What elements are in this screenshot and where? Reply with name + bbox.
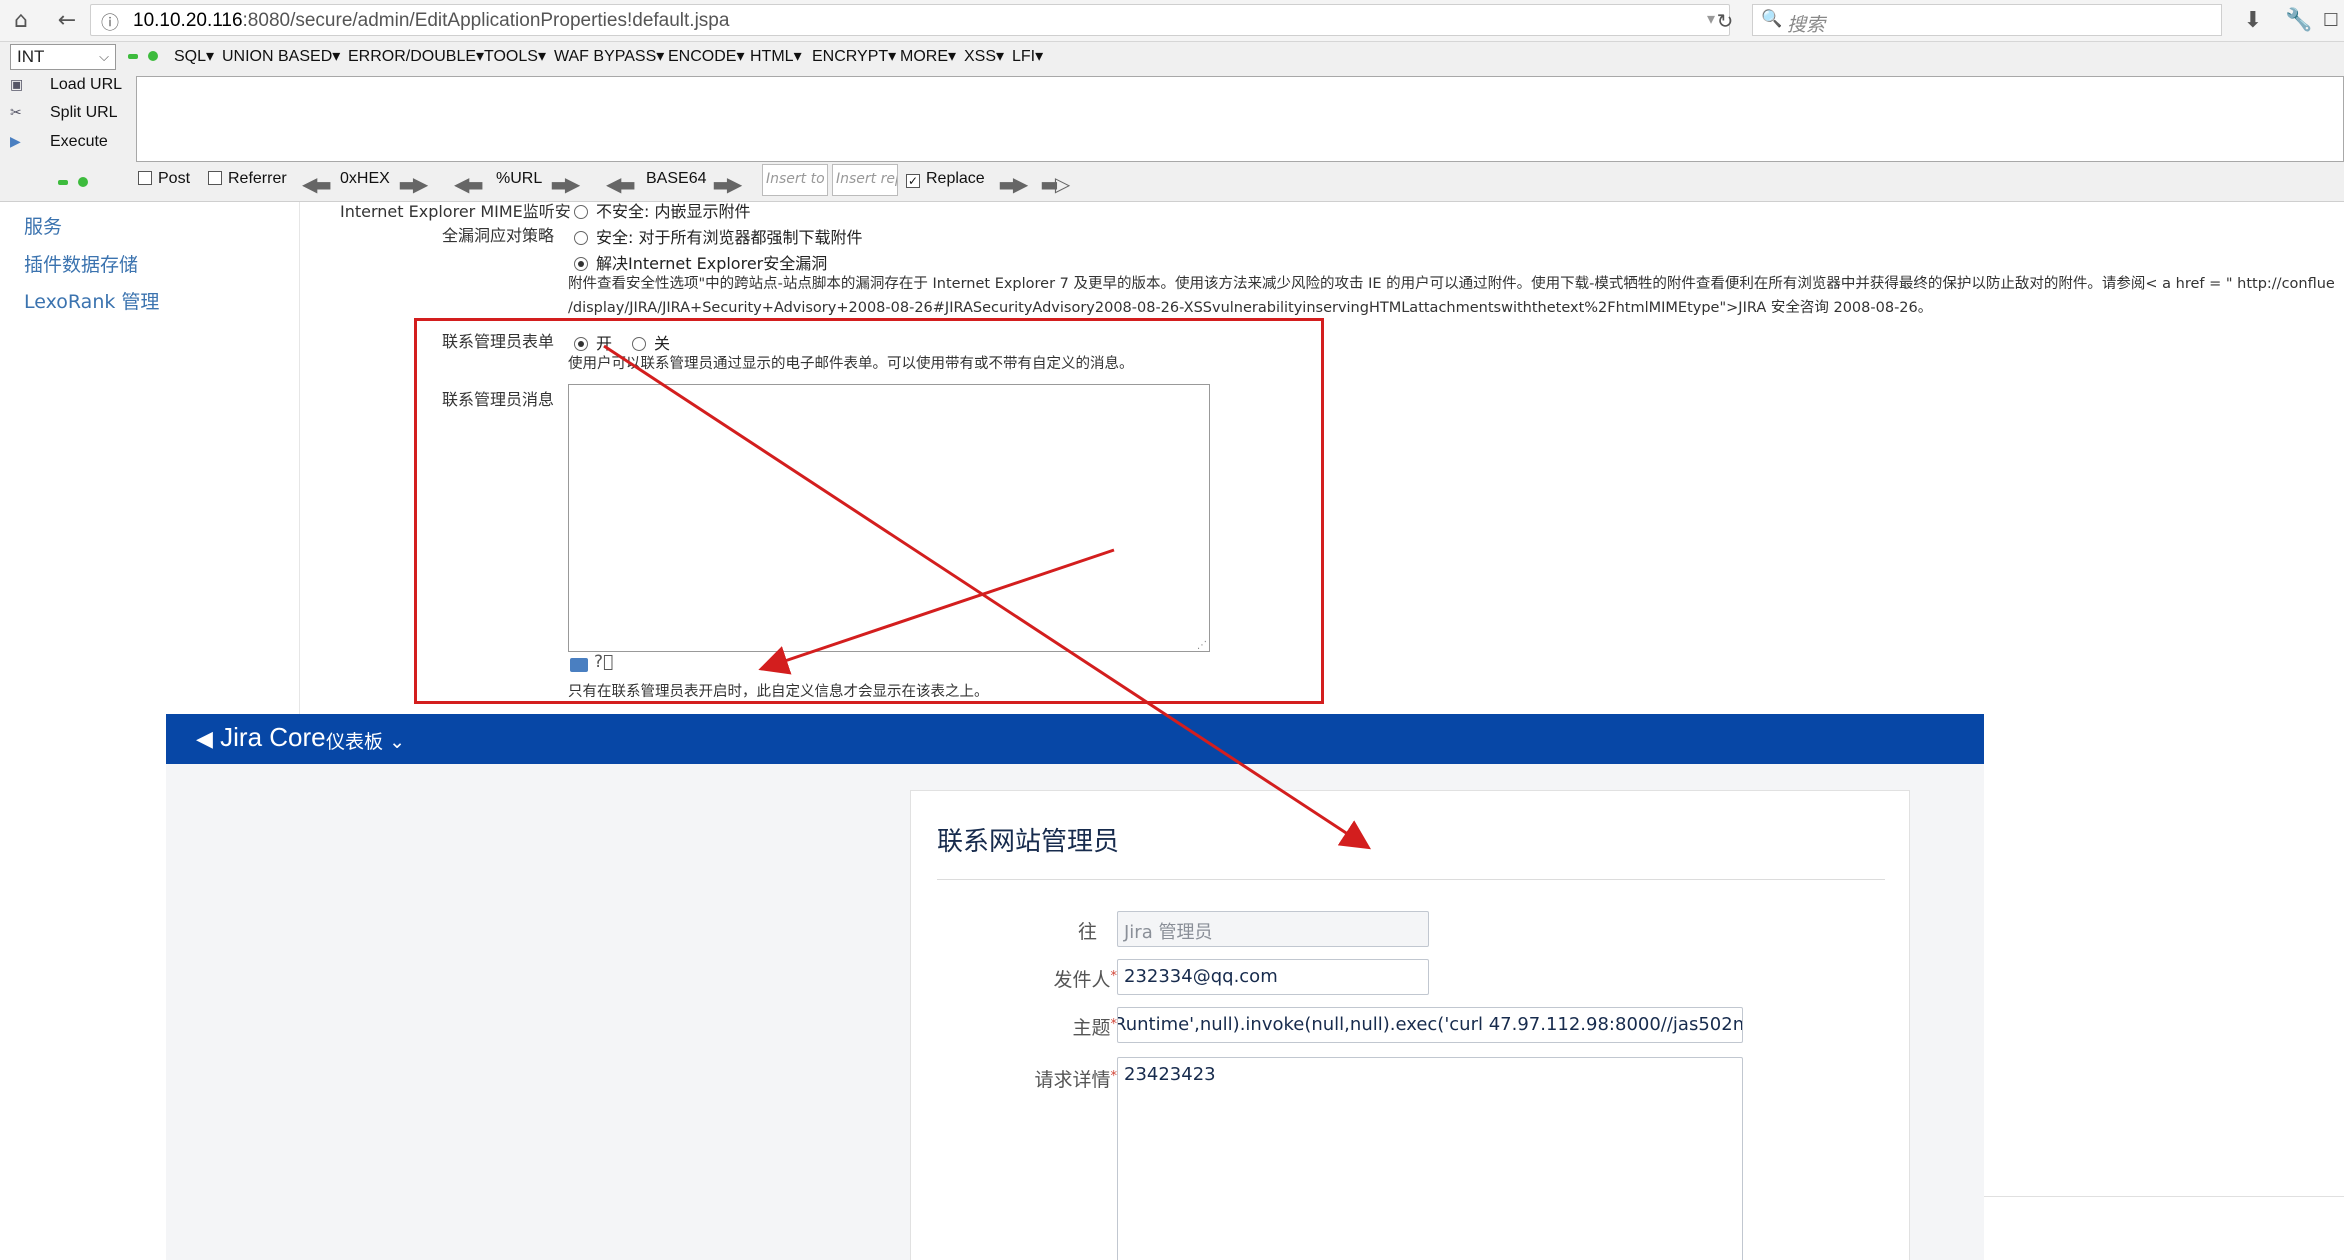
nav-link-plugin-storage[interactable]: 插件数据存储 <box>24 250 138 277</box>
url-encode-arrow-icon[interactable]: ▬▶ <box>550 172 580 196</box>
contact-admin-card: 联系网站管理员 往 Jira 管理员 发件人* 232334@qq.com 主题… <box>910 790 1910 1260</box>
hex-decode-arrow-icon[interactable]: ◀▬ <box>302 172 332 196</box>
chevron-down-icon: ⌄ <box>389 731 405 753</box>
menu-xss[interactable]: XSS▾ <box>964 46 1004 66</box>
search-placeholder: 搜索 <box>1787 14 1826 36</box>
referrer-checkbox[interactable]: Referrer <box>208 170 287 188</box>
status-dot-icon <box>148 51 158 61</box>
wrench-icon[interactable]: 🔧 <box>2284 6 2314 36</box>
jira-logo-icon: ◀ <box>196 726 213 751</box>
window-icon[interactable]: ☐ <box>2316 6 2344 36</box>
base64-encode-arrow-icon[interactable]: ▬▶ <box>712 172 742 196</box>
jira-logo[interactable]: ◀ Jira Core <box>196 722 326 753</box>
load-url-button[interactable]: ▣ Load URL <box>10 76 122 94</box>
menu-tools[interactable]: TOOLS▾ <box>484 46 546 66</box>
radio-mime-fix-ie[interactable]: 解决Internet Explorer安全漏洞 <box>574 250 827 274</box>
subject-label: 主题* <box>1072 1017 1117 1039</box>
mime-policy-label-line1: Internet Explorer MIME监听安 <box>340 202 571 221</box>
mime-description-line1: 附件查看安全性选项"中的跨站点-站点脚本的漏洞存在于 Internet Expl… <box>568 276 2335 292</box>
replace-all-arrow-icon[interactable]: ▬▷ <box>1040 172 1070 196</box>
home-icon[interactable]: ⌂ <box>6 6 36 36</box>
status-dot-icon <box>78 177 88 187</box>
status-dot-icon <box>58 180 68 185</box>
hex-encode-arrow-icon[interactable]: ▬▶ <box>398 172 428 196</box>
menu-encode[interactable]: ENCODE▾ <box>668 46 744 66</box>
execute-icon: ▶ <box>10 133 21 149</box>
insert-replace-input[interactable]: Insert rep <box>832 164 898 196</box>
download-icon[interactable]: ⬇ <box>2238 6 2268 36</box>
radio-mime-insecure[interactable]: 不安全: 内嵌显示附件 <box>574 198 750 222</box>
url-host: 10.10.20.116 <box>133 10 243 31</box>
split-url-button[interactable]: ✂ Split URL <box>10 104 118 122</box>
menu-lfi[interactable]: LFI▾ <box>1012 46 1043 66</box>
back-arrow-icon[interactable]: ← <box>52 6 82 36</box>
insert-to-input[interactable]: Insert to r <box>762 164 828 196</box>
load-url-icon: ▣ <box>10 76 24 92</box>
search-icon: 🔍 <box>1761 9 1783 29</box>
page-background-right <box>1984 764 2344 1260</box>
jira-top-header: ◀ Jira Core 仪表板 ⌄ <box>166 714 1984 764</box>
to-label: 往 <box>1077 921 1097 943</box>
status-dot-icon <box>128 54 138 59</box>
from-field[interactable]: 232334@qq.com <box>1117 959 1429 995</box>
mime-description-line2[interactable]: /display/JIRA/JIRA+Security+Advisory+200… <box>568 296 1932 317</box>
hex-label: 0xHEX <box>340 170 390 187</box>
url-encode-label: %URL <box>496 170 543 187</box>
nav-link-lexorank[interactable]: LexoRank 管理 <box>24 287 159 314</box>
nav-link-services[interactable]: 服务 <box>24 212 62 239</box>
post-checkbox[interactable]: Post <box>138 170 190 188</box>
replace-arrow-icon[interactable]: ▬▶ <box>998 172 1028 196</box>
hackbar-panel: INT ⌵ SQL▾ UNION BASED▾ ERROR/DOUBLE▾ TOO… <box>0 42 2344 202</box>
dashboard-menu[interactable]: 仪表板 ⌄ <box>326 727 405 754</box>
url-decode-arrow-icon[interactable]: ◀▬ <box>454 172 484 196</box>
int-select[interactable]: INT ⌵ <box>10 44 116 70</box>
execute-button[interactable]: ▶ Execute <box>10 133 108 151</box>
replace-checkbox[interactable]: ✓ Replace <box>906 170 985 188</box>
menu-union-based[interactable]: UNION BASED▾ <box>222 46 340 66</box>
split-url-icon: ✂ <box>10 104 22 120</box>
details-label: 请求详情* <box>1034 1069 1117 1091</box>
card-divider <box>937 879 1885 880</box>
subject-field[interactable]: Runtime',null).invoke(null,null).exec('c… <box>1117 1007 1743 1043</box>
divider <box>1984 1196 2344 1197</box>
base64-label: BASE64 <box>646 170 707 187</box>
chevron-down-icon: ⌵ <box>99 49 109 64</box>
url-path: :8080/secure/admin/EditApplicationProper… <box>242 10 730 31</box>
mime-policy-label-line2: 全漏洞应对策略 <box>442 226 555 245</box>
base64-decode-arrow-icon[interactable]: ◀▬ <box>606 172 636 196</box>
info-icon[interactable]: ⓘ <box>101 9 119 35</box>
details-textarea[interactable]: 23423423 <box>1117 1057 1743 1260</box>
menu-more[interactable]: MORE▾ <box>900 46 956 66</box>
menu-encrypt[interactable]: ENCRYPT▾ <box>812 46 896 66</box>
menu-waf-bypass[interactable]: WAF BYPASS▾ <box>554 46 664 66</box>
search-box[interactable]: 🔍 搜索 <box>1752 4 2222 36</box>
menu-sql[interactable]: SQL▾ <box>174 46 214 66</box>
reload-icon[interactable]: ↻ <box>1710 6 1740 36</box>
url-text: 10.10.20.116:8080/secure/admin/EditAppli… <box>133 10 729 32</box>
menu-error-double[interactable]: ERROR/DOUBLE▾ <box>348 46 484 66</box>
hackbar-url-textarea[interactable] <box>136 76 2344 162</box>
menu-html[interactable]: HTML▾ <box>750 46 802 66</box>
int-select-value: INT <box>17 47 45 66</box>
radio-mime-secure[interactable]: 安全: 对于所有浏览器都强制下载附件 <box>574 224 862 248</box>
annotation-highlight-box <box>414 318 1324 704</box>
from-label: 发件人* <box>1053 969 1117 991</box>
card-title: 联系网站管理员 <box>937 827 1120 857</box>
browser-toolbar: ⌂ ← ⓘ 10.10.20.116:8080/secure/admin/Edi… <box>0 0 2344 42</box>
address-bar[interactable]: ⓘ 10.10.20.116:8080/secure/admin/EditApp… <box>90 4 1730 36</box>
to-field: Jira 管理员 <box>1117 911 1429 947</box>
admin-left-nav: 服务 插件数据存储 LexoRank 管理 <box>0 202 300 722</box>
